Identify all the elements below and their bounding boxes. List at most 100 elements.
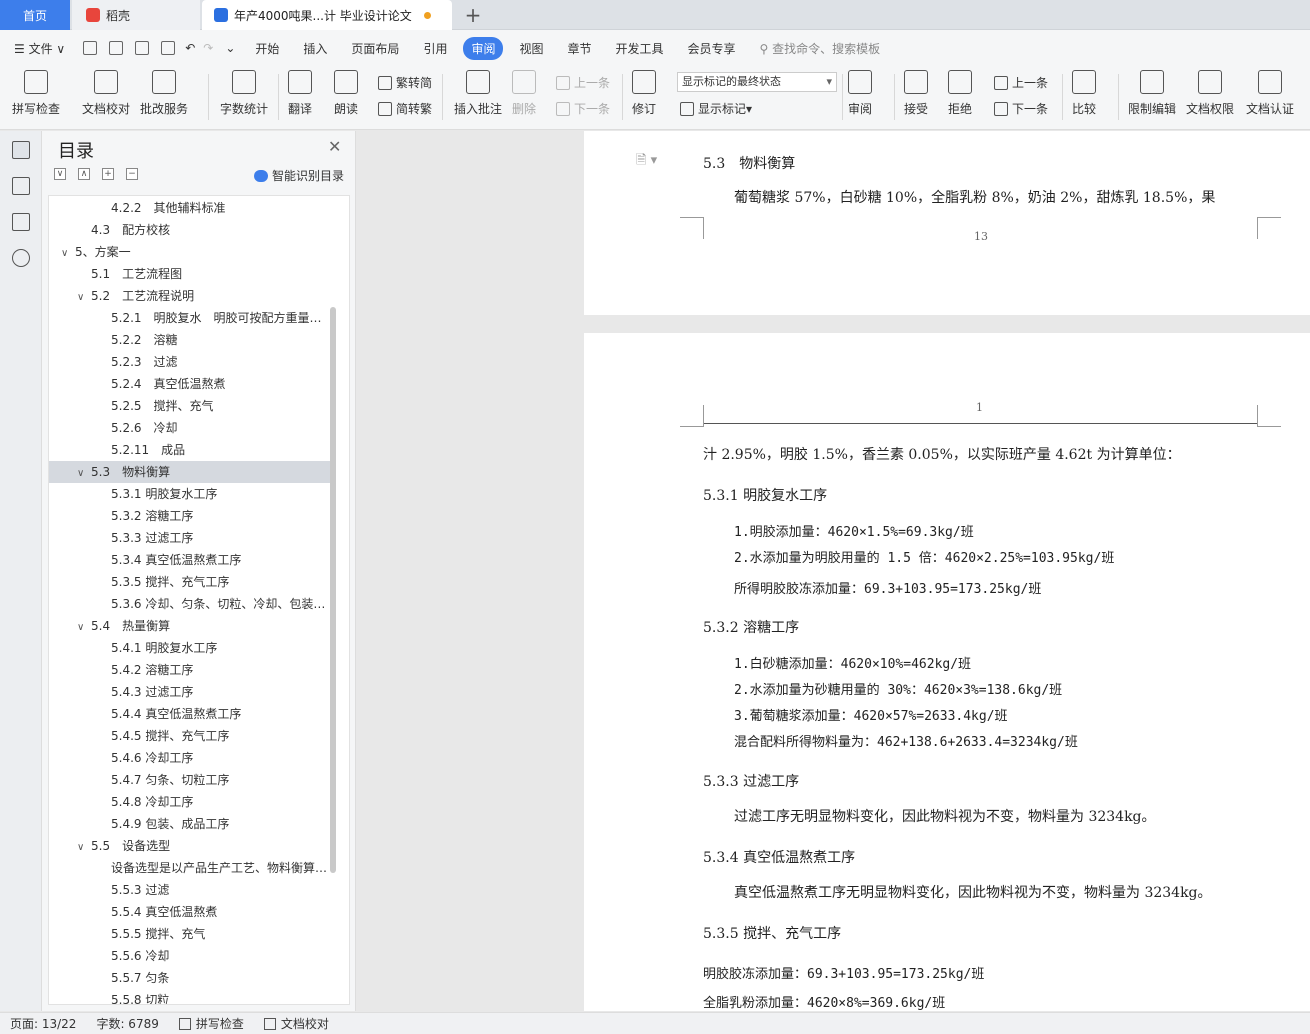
simp-to-trad-button[interactable]: 简转繁 bbox=[378, 100, 432, 117]
toc-item[interactable]: 5.1 工艺流程图 bbox=[49, 263, 331, 285]
collapse-all-icon[interactable]: ∨ bbox=[54, 168, 66, 180]
toc-item[interactable]: 5.2.5 搅拌、充气 bbox=[49, 395, 331, 417]
toc-item[interactable]: ∨ 5、方案一 bbox=[49, 241, 331, 263]
word-count-button[interactable]: 字数统计 bbox=[220, 70, 268, 117]
menu-dev-tools[interactable]: 开发工具 bbox=[604, 40, 676, 57]
toc-item[interactable]: 5.4.2 溶糖工序 bbox=[49, 659, 331, 681]
prev-comment-button[interactable]: 上一条 bbox=[556, 74, 610, 91]
toc-item[interactable]: 5.2.11 成品 bbox=[49, 439, 331, 461]
print-icon[interactable] bbox=[135, 41, 150, 55]
doc-proofread-button[interactable]: 文档校对 bbox=[82, 70, 130, 117]
quick-access-more-icon[interactable]: ⌄ bbox=[217, 41, 243, 55]
menu-page-layout[interactable]: 页面布局 bbox=[339, 40, 411, 57]
doc-certify-button[interactable]: 文档认证 bbox=[1246, 70, 1294, 117]
smart-toc-button[interactable]: 智能识别目录 bbox=[254, 167, 344, 184]
toc-item[interactable]: 4.2.2 其他辅料标准 bbox=[49, 197, 331, 219]
trad-to-simp-button[interactable]: 繁转简 bbox=[378, 74, 432, 91]
toc-item[interactable]: 5.4.6 冷却工序 bbox=[49, 747, 331, 769]
chapter-nav-icon[interactable] bbox=[12, 177, 30, 195]
page-indicator[interactable]: 页面: 13/22 bbox=[0, 1015, 86, 1032]
toc-item[interactable]: 5.5.8 切粒 bbox=[49, 989, 331, 1004]
toc-item[interactable]: ∨ 5.2 工艺流程说明 bbox=[49, 285, 331, 307]
toc-item[interactable]: 5.5.6 冷却 bbox=[49, 945, 331, 967]
menu-view[interactable]: 视图 bbox=[507, 40, 555, 57]
format-painter-icon[interactable] bbox=[109, 41, 124, 55]
chevron-down-icon[interactable]: ∨ bbox=[61, 243, 71, 263]
status-proofread[interactable]: 文档校对 bbox=[254, 1015, 339, 1032]
markup-state-select[interactable]: 显示标记的最终状态 ▾ bbox=[677, 72, 837, 92]
close-icon[interactable]: ✕ bbox=[328, 137, 341, 156]
toc-item[interactable]: 设备选型是以产品生产工艺、物料衡算… bbox=[49, 857, 331, 879]
compare-button[interactable]: 比较 bbox=[1072, 70, 1096, 117]
toc-item[interactable]: 5.4.9 包装、成品工序 bbox=[49, 813, 331, 835]
menu-chapter[interactable]: 章节 bbox=[555, 40, 603, 57]
show-markup-button[interactable]: 显示标记 ▾ bbox=[680, 100, 752, 117]
toc-item[interactable]: 5.4.8 冷却工序 bbox=[49, 791, 331, 813]
toc-item[interactable]: 5.5.4 真空低温熬煮 bbox=[49, 901, 331, 923]
toc-item[interactable]: 5.2.3 过滤 bbox=[49, 351, 331, 373]
toc-scrollbar[interactable] bbox=[330, 307, 336, 873]
insert-comment-button[interactable]: 插入批注 bbox=[454, 70, 502, 117]
toc-item[interactable]: 5.5.5 搅拌、充气 bbox=[49, 923, 331, 945]
track-changes-button[interactable]: 修订 bbox=[632, 70, 656, 117]
toc-item[interactable]: 5.2.1 明胶复水 明胶可按配方重量… bbox=[49, 307, 331, 329]
toc-item[interactable]: 5.3.3 过滤工序 bbox=[49, 527, 331, 549]
menu-file[interactable]: ☰ 文件 ∨ bbox=[0, 40, 77, 57]
expand-up-icon[interactable]: ∧ bbox=[78, 168, 90, 180]
tab-daoke[interactable]: 稻壳 bbox=[72, 0, 200, 30]
page-options-icon[interactable]: 🗎 ▾ bbox=[636, 151, 657, 173]
tab-home[interactable]: 首页 bbox=[0, 0, 70, 30]
toc-item[interactable]: ∨ 5.5 设备选型 bbox=[49, 835, 331, 857]
read-aloud-button[interactable]: 朗读 bbox=[334, 70, 358, 117]
word-count-indicator[interactable]: 字数: 6789 bbox=[86, 1015, 168, 1032]
status-spell-check[interactable]: 拼写检查 bbox=[169, 1015, 254, 1032]
toc-item[interactable]: 5.4.7 匀条、切粒工序 bbox=[49, 769, 331, 791]
review-pane-button[interactable]: 审阅 bbox=[848, 70, 872, 117]
save-icon[interactable] bbox=[83, 41, 98, 55]
reject-button[interactable]: 拒绝 bbox=[948, 70, 972, 117]
batch-service-button[interactable]: 批改服务 bbox=[140, 70, 188, 117]
toc-item[interactable]: 5.4.3 过滤工序 bbox=[49, 681, 331, 703]
menu-member[interactable]: 会员专享 bbox=[676, 40, 748, 57]
remove-heading-icon[interactable]: − bbox=[126, 168, 138, 180]
toc-item[interactable]: 5.5.3 过滤 bbox=[49, 879, 331, 901]
bookmark-icon[interactable] bbox=[12, 213, 30, 231]
toc-item[interactable]: 5.2.2 溶糖 bbox=[49, 329, 331, 351]
command-search[interactable]: ⚲ 查找命令、搜索模板 bbox=[748, 40, 893, 57]
next-comment-button[interactable]: 下一条 bbox=[556, 100, 610, 117]
toc-item[interactable]: 5.3.6 冷却、匀条、切粒、冷却、包装… bbox=[49, 593, 331, 615]
toc-item[interactable]: ∨ 5.4 热量衡算 bbox=[49, 615, 331, 637]
print-preview-icon[interactable] bbox=[161, 41, 176, 55]
delete-comment-button[interactable]: 删除 bbox=[512, 70, 536, 117]
toc-item[interactable]: 5.3.4 真空低温熬煮工序 bbox=[49, 549, 331, 571]
toc-item[interactable]: 5.2.6 冷却 bbox=[49, 417, 331, 439]
chevron-down-icon[interactable]: ∨ bbox=[77, 463, 87, 483]
doc-rights-button[interactable]: 文档权限 bbox=[1186, 70, 1234, 117]
toc-item[interactable]: 5.3.1 明胶复水工序 bbox=[49, 483, 331, 505]
spell-check-button[interactable]: 拼写检查 bbox=[12, 70, 60, 117]
toc-item[interactable]: 5.4.4 真空低温熬煮工序 bbox=[49, 703, 331, 725]
toc-item[interactable]: 5.3.2 溶糖工序 bbox=[49, 505, 331, 527]
new-tab-button[interactable]: + bbox=[458, 0, 488, 30]
toc-item[interactable]: 4.3 配方校核 bbox=[49, 219, 331, 241]
toc-item[interactable]: ∨ 5.3 物料衡算 bbox=[49, 461, 331, 483]
search-icon[interactable] bbox=[12, 249, 30, 267]
add-heading-icon[interactable]: + bbox=[102, 168, 114, 180]
chevron-down-icon[interactable]: ∨ bbox=[77, 287, 87, 307]
tab-document[interactable]: 年产4000吨果...计 毕业设计论文 bbox=[202, 0, 452, 30]
menu-insert[interactable]: 插入 bbox=[291, 40, 339, 57]
toc-item[interactable]: 5.4.5 搅拌、充气工序 bbox=[49, 725, 331, 747]
toc-panel-icon[interactable] bbox=[12, 141, 30, 159]
menu-review[interactable]: 审阅 bbox=[463, 36, 504, 60]
redo-icon[interactable]: ↷ bbox=[199, 41, 217, 55]
accept-button[interactable]: 接受 bbox=[904, 70, 928, 117]
prev-change-button[interactable]: 上一条 bbox=[994, 74, 1048, 91]
undo-icon[interactable]: ↶ bbox=[181, 41, 199, 55]
chevron-down-icon[interactable]: ∨ bbox=[77, 837, 87, 857]
toc-item[interactable]: 5.5.7 匀条 bbox=[49, 967, 331, 989]
next-change-button[interactable]: 下一条 bbox=[994, 100, 1048, 117]
toc-item[interactable]: 5.4.1 明胶复水工序 bbox=[49, 637, 331, 659]
menu-start[interactable]: 开始 bbox=[243, 40, 291, 57]
translate-button[interactable]: 翻译 bbox=[288, 70, 312, 117]
chevron-down-icon[interactable]: ∨ bbox=[77, 617, 87, 637]
